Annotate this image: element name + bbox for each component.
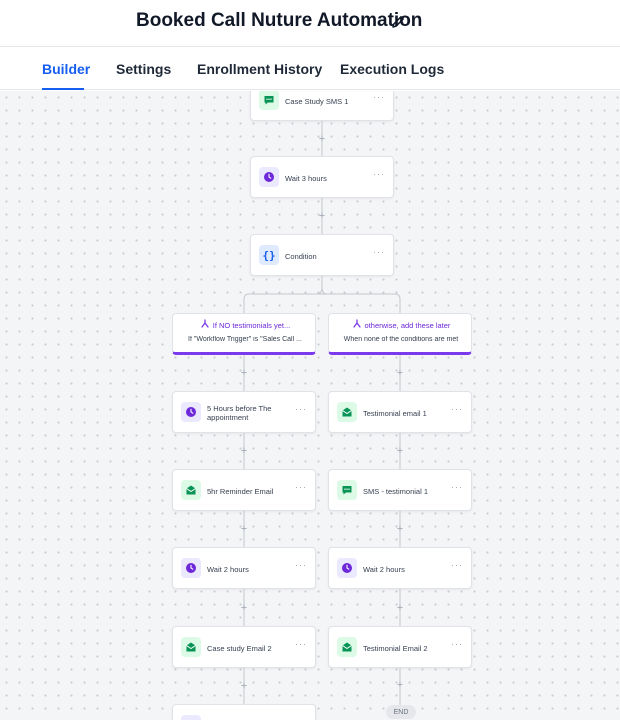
title-bar: Booked Call Nuture Automation: [0, 0, 620, 46]
step-more-menu-icon[interactable]: ···: [373, 169, 385, 179]
step-more-menu-icon[interactable]: ···: [451, 404, 463, 414]
workflow-step-email[interactable]: Testimonial Email 2 ···: [328, 626, 472, 668]
clock-icon: [181, 402, 201, 422]
workflow-step-email[interactable]: Case study Email 2 ···: [172, 626, 316, 668]
end-marker: END: [386, 705, 416, 719]
branch-title-row: otherwise, add these later: [329, 319, 473, 331]
workflow-title: Booked Call Nuture Automation: [136, 10, 423, 31]
workflow-step-wait[interactable]: Wait 3 hours ···: [250, 156, 394, 198]
sms-message-icon: [337, 480, 357, 500]
email-icon: [181, 637, 201, 657]
tab-bar: Builder Settings Enrollment History Exec…: [0, 46, 620, 90]
add-step-button[interactable]: +: [394, 367, 406, 379]
email-icon: [337, 402, 357, 422]
clock-icon: [337, 558, 357, 578]
step-label: Testimonial Email 2: [363, 643, 428, 653]
add-step-button[interactable]: +: [238, 367, 250, 379]
tab-settings[interactable]: Settings: [116, 61, 171, 77]
step-label: Case Study SMS 1: [285, 96, 349, 106]
branch-title-row: If NO testimonials yet...: [173, 319, 317, 331]
add-step-button[interactable]: +: [238, 680, 250, 692]
clock-icon: [181, 558, 201, 578]
step-more-menu-icon[interactable]: ···: [373, 92, 385, 102]
branch-title: If NO testimonials yet...: [212, 320, 291, 330]
branch-header[interactable]: If NO testimonials yet... If "Workflow Tr…: [172, 313, 316, 355]
edit-pencil-icon[interactable]: [388, 12, 408, 32]
step-more-menu-icon[interactable]: ···: [373, 247, 385, 257]
branch-title: otherwise, add these later: [364, 320, 451, 330]
add-step-button[interactable]: +: [394, 679, 406, 691]
sms-message-icon: [259, 91, 279, 110]
clock-icon: [181, 715, 201, 720]
step-more-menu-icon[interactable]: ···: [295, 482, 307, 492]
email-icon: [337, 637, 357, 657]
add-step-button[interactable]: +: [238, 523, 250, 535]
step-more-menu-icon[interactable]: ···: [295, 639, 307, 649]
add-step-button[interactable]: +: [238, 445, 250, 457]
workflow-step-condition[interactable]: {} Condition ···: [250, 234, 394, 276]
branch-fork-icon: [200, 319, 210, 331]
add-step-button[interactable]: +: [238, 602, 250, 614]
branch-header[interactable]: otherwise, add these later When none of t…: [328, 313, 472, 355]
active-tab-indicator: [42, 88, 84, 90]
tab-execution-logs[interactable]: Execution Logs: [340, 61, 444, 77]
workflow-step-email[interactable]: 5hr Reminder Email ···: [172, 469, 316, 511]
step-label: Wait 2 hours: [363, 564, 405, 574]
workflow-canvas[interactable]: Case Study SMS 1 ··· + Wait 3 hours ··· + {} Co…: [0, 91, 620, 720]
workflow-step-wait[interactable]: Wait 2 hours ···: [172, 547, 316, 589]
workflow-step-wait[interactable]: Wait 2 hours ···: [328, 547, 472, 589]
step-label: Testimonial email 1: [363, 408, 427, 418]
step-label: Case study Email 2: [207, 643, 272, 653]
step-label: 5 Hours before The appointment: [207, 404, 272, 422]
step-more-menu-icon[interactable]: ···: [295, 560, 307, 570]
step-more-menu-icon[interactable]: ···: [451, 560, 463, 570]
step-more-menu-icon[interactable]: ···: [295, 404, 307, 414]
step-label: Wait 3 hours: [285, 173, 327, 183]
branch-split-connector: [243, 286, 401, 313]
step-more-menu-icon[interactable]: ···: [451, 639, 463, 649]
workflow-step-email[interactable]: Testimonial email 1 ···: [328, 391, 472, 433]
step-label: 1 Hour before the: [207, 705, 293, 720]
tab-builder[interactable]: Builder: [42, 61, 90, 77]
add-step-button[interactable]: +: [316, 133, 328, 145]
branch-subtitle: If "Workflow Trigger" is "Sales Call ...: [188, 336, 302, 343]
add-step-button[interactable]: +: [394, 523, 406, 535]
workflow-step-wait[interactable]: 1 Hour before the···: [172, 704, 316, 720]
add-step-button[interactable]: +: [316, 210, 328, 222]
step-more-menu-icon[interactable]: ···: [451, 482, 463, 492]
workflow-step-sms[interactable]: Case Study SMS 1 ···: [250, 91, 394, 121]
email-icon: [181, 480, 201, 500]
add-step-button[interactable]: +: [394, 445, 406, 457]
curly-braces-icon: {}: [259, 245, 279, 265]
workflow-step-wait[interactable]: 5 Hours before The appointment ···: [172, 391, 316, 433]
clock-icon: [259, 167, 279, 187]
branch-subtitle: When none of the conditions are met: [343, 336, 459, 343]
step-label: 5hr Reminder Email: [207, 486, 274, 496]
add-step-button[interactable]: +: [394, 602, 406, 614]
step-label: Wait 2 hours: [207, 564, 249, 574]
step-label: SMS - testimonial 1: [363, 486, 429, 496]
step-label: Condition: [285, 251, 317, 261]
workflow-step-sms[interactable]: SMS - testimonial 1 ···: [328, 469, 472, 511]
tab-enrollment-history[interactable]: Enrollment History: [197, 61, 322, 77]
branch-fork-icon: [352, 319, 362, 331]
